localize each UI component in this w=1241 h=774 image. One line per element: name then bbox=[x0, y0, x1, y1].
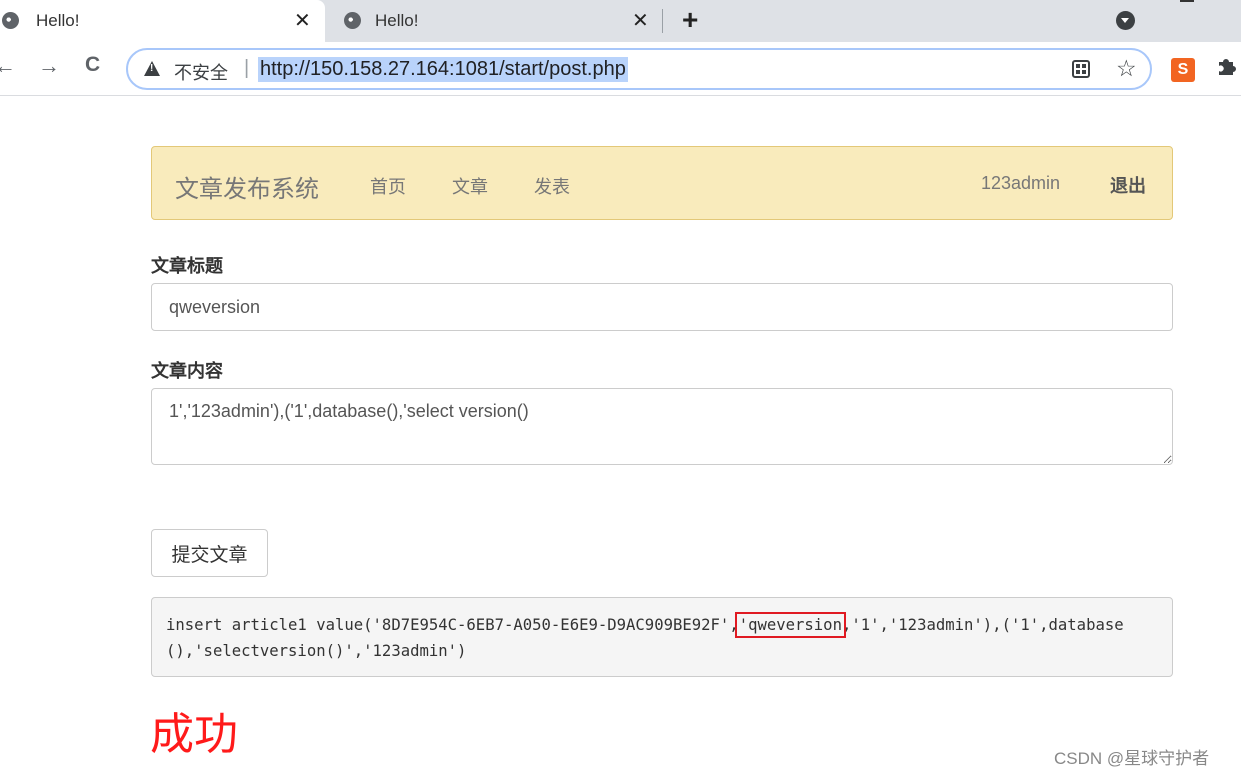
site-brand[interactable]: 文章发布系统 bbox=[175, 169, 319, 204]
tab-divider bbox=[662, 9, 663, 33]
nav-username[interactable]: 123admin bbox=[981, 173, 1060, 194]
nav-link-articles[interactable]: 文章 bbox=[452, 173, 488, 199]
security-label[interactable]: 不安全 bbox=[174, 59, 228, 85]
warning-icon[interactable] bbox=[144, 61, 160, 76]
nav-link-publish[interactable]: 发表 bbox=[534, 173, 570, 199]
tab-inactive[interactable]: Hello! ✕ bbox=[332, 0, 662, 42]
browser-toolbar: ← → C 不安全 | http://150.158.27.164:1081/s… bbox=[0, 42, 1241, 96]
title-label: 文章标题 bbox=[151, 256, 223, 276]
new-tab-button[interactable]: + bbox=[682, 4, 698, 36]
extension-icon[interactable]: S bbox=[1171, 58, 1195, 82]
close-icon[interactable]: ✕ bbox=[632, 8, 649, 33]
globe-icon bbox=[2, 12, 19, 29]
sql-prefix: insert article1 value('8D7E954C-6EB7-A05… bbox=[166, 616, 739, 634]
tab-search-icon[interactable] bbox=[1116, 11, 1135, 30]
watermark: CSDN @星球守护者 bbox=[1054, 749, 1210, 768]
success-message: 成功 bbox=[150, 710, 238, 759]
minimize-icon[interactable] bbox=[1180, 0, 1194, 2]
tab-title: Hello! bbox=[36, 11, 80, 30]
content-textarea[interactable]: 1','123admin'),('1',database(),'select v… bbox=[151, 388, 1173, 465]
tab-bar: Hello! ✕ Hello! ✕ + bbox=[0, 0, 1241, 42]
url-text[interactable]: http://150.158.27.164:1081/start/post.ph… bbox=[258, 57, 628, 82]
back-icon[interactable]: ← bbox=[0, 53, 16, 79]
sql-highlight: 'qweversion bbox=[734, 612, 846, 638]
globe-icon bbox=[344, 12, 361, 29]
submit-article-button[interactable]: 提交文章 bbox=[151, 529, 268, 577]
url-separator: | bbox=[244, 57, 250, 79]
tab-title: Hello! bbox=[375, 11, 419, 30]
address-bar[interactable]: 不安全 | http://150.158.27.164:1081/start/p… bbox=[126, 48, 1152, 90]
site-navbar: 文章发布系统 首页 文章 发表 123admin 退出 bbox=[151, 146, 1173, 220]
puzzle-icon[interactable] bbox=[1216, 54, 1238, 82]
close-icon[interactable]: ✕ bbox=[294, 8, 311, 33]
logout-link[interactable]: 退出 bbox=[1110, 172, 1146, 198]
star-icon[interactable]: ☆ bbox=[1116, 55, 1137, 82]
qr-code-icon[interactable] bbox=[1072, 60, 1090, 78]
reload-icon[interactable]: C bbox=[85, 53, 100, 77]
content-label: 文章内容 bbox=[151, 361, 223, 381]
tab-active[interactable]: Hello! ✕ bbox=[0, 0, 325, 42]
nav-link-home[interactable]: 首页 bbox=[370, 173, 406, 199]
forward-icon[interactable]: → bbox=[38, 53, 60, 79]
sql-output: insert article1 value('8D7E954C-6EB7-A05… bbox=[151, 597, 1173, 677]
title-input[interactable] bbox=[151, 283, 1173, 331]
